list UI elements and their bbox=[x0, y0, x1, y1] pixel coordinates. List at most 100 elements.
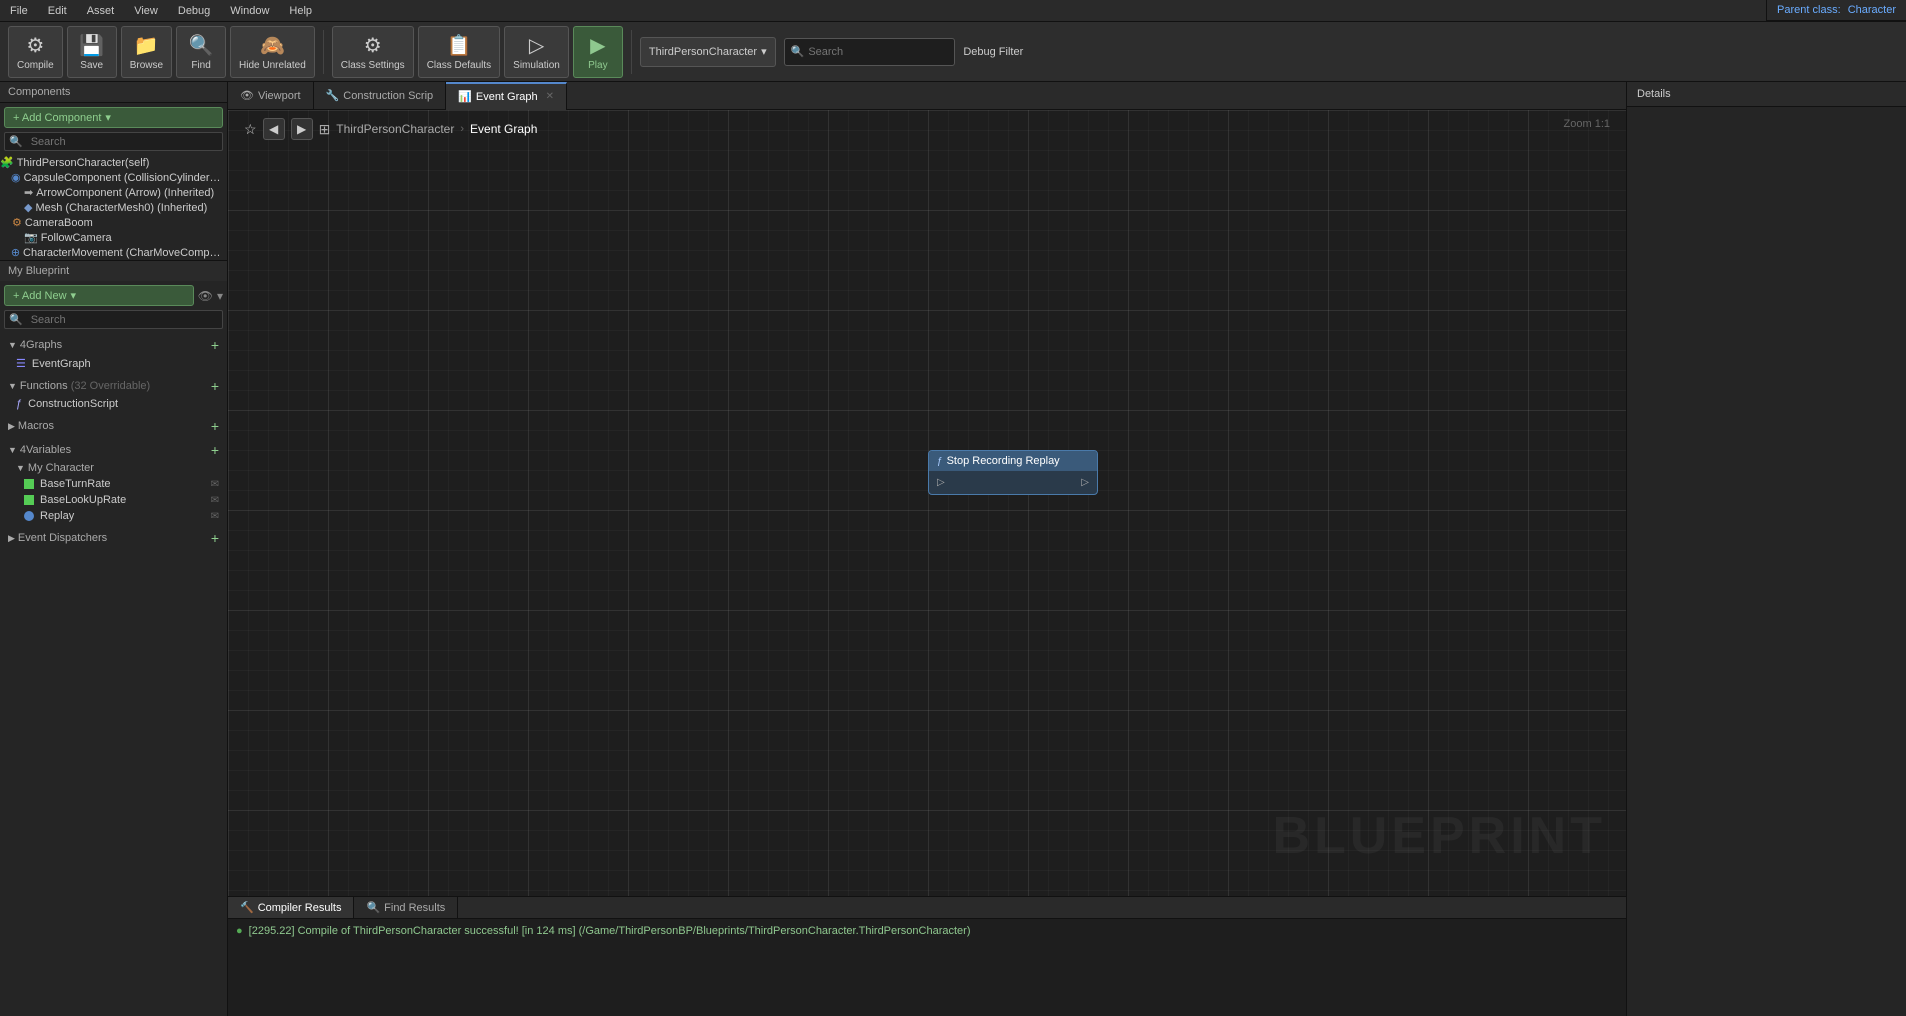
components-search-input[interactable] bbox=[27, 134, 222, 150]
menu-view[interactable]: View bbox=[130, 3, 162, 19]
tree-item-cameraboom[interactable]: ⚙ CameraBoom bbox=[0, 215, 227, 230]
variables-header[interactable]: ▼4Variables + bbox=[0, 440, 227, 460]
tree-item-arrow[interactable]: ➡ ArrowComponent (Arrow) (Inherited) bbox=[0, 185, 227, 200]
construction-tab-label: Construction Scrip bbox=[343, 90, 433, 102]
debug-character-dropdown[interactable]: ThirdPersonCharacter ▾ bbox=[640, 37, 776, 67]
debug-filter-search[interactable]: 🔍 bbox=[784, 38, 956, 66]
menu-window[interactable]: Window bbox=[226, 3, 273, 19]
filter-icon[interactable]: ▾ bbox=[217, 289, 223, 303]
arrow-icon: ➡ bbox=[24, 186, 33, 199]
macros-header[interactable]: ▶Macros + bbox=[0, 416, 227, 436]
favorite-star-icon[interactable]: ☆ bbox=[244, 121, 257, 138]
functions-header[interactable]: ▼Functions (32 Overridable) + bbox=[0, 376, 227, 396]
graphs-chevron-icon: ▼ bbox=[8, 340, 17, 350]
play-button[interactable]: ▶ Play bbox=[573, 26, 623, 78]
mycharacter-chevron-icon: ▼ bbox=[16, 463, 25, 473]
details-title: Details bbox=[1637, 88, 1671, 100]
variables-add-button[interactable]: + bbox=[211, 442, 219, 458]
mycharacter-group-header[interactable]: ▼My Character bbox=[0, 460, 227, 476]
hide-unrelated-label: Hide Unrelated bbox=[239, 60, 306, 71]
add-new-dropdown-icon: ▾ bbox=[71, 289, 77, 302]
tree-item-self[interactable]: 🧩 ThirdPersonCharacter(self) bbox=[0, 155, 227, 170]
add-component-button[interactable]: + Add Component ▾ bbox=[4, 107, 223, 128]
menu-file[interactable]: File bbox=[6, 3, 32, 19]
components-search[interactable]: 🔍 bbox=[4, 132, 223, 151]
browse-icon: 📁 bbox=[134, 33, 159, 58]
find-button[interactable]: 🔍 Find bbox=[176, 26, 226, 78]
event-dispatchers-header[interactable]: ▶Event Dispatchers + bbox=[0, 528, 227, 548]
tab-construction-script[interactable]: 🔧 Construction Scrip bbox=[314, 82, 447, 110]
add-component-dropdown-icon: ▾ bbox=[105, 111, 111, 124]
blueprint-watermark: BLUEPRINT bbox=[1272, 806, 1606, 866]
parent-class-bar: Parent class: Character bbox=[1766, 0, 1906, 21]
tree-item-followcamera[interactable]: 📷 FollowCamera bbox=[0, 230, 227, 245]
menu-bar: File Edit Asset View Debug Window Help bbox=[0, 0, 1906, 22]
tree-item-charmovement[interactable]: ⊕ CharacterMovement (CharMoveComp) (Inhe… bbox=[0, 245, 227, 260]
tab-close-icon[interactable]: ✕ bbox=[546, 91, 554, 102]
macros-chevron-icon: ▶ bbox=[8, 421, 15, 431]
save-button[interactable]: 💾 Save bbox=[67, 26, 117, 78]
browse-button[interactable]: 📁 Browse bbox=[121, 26, 172, 78]
compiler-results-tab[interactable]: 🔨 Compiler Results bbox=[228, 897, 354, 918]
variable-baseturnrate[interactable]: BaseTurnRate ✉ bbox=[0, 476, 227, 492]
dispatchers-chevron-icon: ▶ bbox=[8, 533, 15, 543]
tab-event-graph[interactable]: 📊 Event Graph ✕ bbox=[446, 82, 567, 110]
cameraboom-icon: ⚙ bbox=[12, 216, 22, 229]
node-input-pin[interactable]: ▷ bbox=[937, 477, 945, 488]
tab-viewport[interactable]: 👁 Viewport bbox=[228, 82, 314, 110]
log-bullet-icon: ● bbox=[236, 925, 243, 937]
compile-icon: ⚙ bbox=[26, 33, 44, 58]
baseturnrate-mail-icon: ✉ bbox=[211, 479, 219, 490]
macros-add-button[interactable]: + bbox=[211, 418, 219, 434]
class-defaults-button[interactable]: 📋 Class Defaults bbox=[418, 26, 500, 78]
functions-add-button[interactable]: + bbox=[211, 378, 219, 394]
separator-2 bbox=[631, 30, 632, 74]
visibility-icon[interactable]: 👁 bbox=[198, 289, 213, 303]
breadcrumb-root[interactable]: ThirdPersonCharacter bbox=[336, 122, 454, 136]
forward-button[interactable]: ▶ bbox=[291, 118, 313, 140]
class-defaults-icon: 📋 bbox=[446, 33, 471, 58]
followcamera-icon: 📷 bbox=[24, 231, 38, 244]
hide-unrelated-icon: 🙈 bbox=[260, 33, 285, 58]
parent-class-label: Parent class: bbox=[1777, 4, 1841, 16]
baselookuprate-mail-icon: ✉ bbox=[211, 495, 219, 506]
find-results-tab[interactable]: 🔍 Find Results bbox=[354, 897, 458, 918]
dropdown-arrow-icon: ▾ bbox=[761, 45, 767, 58]
bp-search-bar[interactable]: 🔍 bbox=[4, 310, 223, 329]
menu-help[interactable]: Help bbox=[285, 3, 316, 19]
compile-button[interactable]: ⚙ Compile bbox=[8, 26, 63, 78]
tree-item-capsule[interactable]: ◉ CapsuleComponent (CollisionCylinder) (… bbox=[0, 170, 227, 185]
simulation-button[interactable]: ▷ Simulation bbox=[504, 26, 569, 78]
eventgraph-label: EventGraph bbox=[32, 358, 91, 370]
node-output-pin[interactable]: ▷ bbox=[1081, 477, 1089, 488]
variable-baselookuprate[interactable]: BaseLookUpRate ✉ bbox=[0, 492, 227, 508]
debug-filter-label: Debug Filter bbox=[963, 46, 1023, 58]
log-entry: ● [2295.22] Compile of ThirdPersonCharac… bbox=[236, 925, 1618, 937]
debug-filter-input[interactable] bbox=[808, 46, 948, 58]
dispatchers-add-button[interactable]: + bbox=[211, 530, 219, 546]
separator-1 bbox=[323, 30, 324, 74]
blueprint-canvas[interactable]: ☆ ◀ ▶ ⊞ ThirdPersonCharacter › Event Gra… bbox=[228, 110, 1626, 896]
graphs-header[interactable]: ▼4Graphs + bbox=[0, 335, 227, 355]
event-dispatchers-subsection: ▶Event Dispatchers + bbox=[0, 526, 227, 550]
add-new-label: + Add New bbox=[13, 290, 67, 302]
back-button[interactable]: ◀ bbox=[263, 118, 285, 140]
bp-search-icon: 🔍 bbox=[5, 311, 27, 328]
eventgraph-item[interactable]: ☰ EventGraph bbox=[0, 355, 227, 372]
node-header: ƒ Stop Recording Replay bbox=[929, 451, 1097, 471]
add-new-button[interactable]: + Add New ▾ bbox=[4, 285, 194, 306]
save-label: Save bbox=[80, 60, 103, 71]
class-settings-button[interactable]: ⚙ Class Settings bbox=[332, 26, 414, 78]
bp-search-input[interactable] bbox=[27, 312, 222, 328]
hide-unrelated-button[interactable]: 🙈 Hide Unrelated bbox=[230, 26, 315, 78]
charmovement-label: CharacterMovement (CharMoveComp) (Inher bbox=[23, 247, 223, 259]
stop-recording-replay-node[interactable]: ƒ Stop Recording Replay ▷ ▷ bbox=[928, 450, 1098, 495]
graphs-add-button[interactable]: + bbox=[211, 337, 219, 353]
menu-debug[interactable]: Debug bbox=[174, 3, 214, 19]
arrow-label: ArrowComponent (Arrow) (Inherited) bbox=[36, 187, 214, 199]
menu-asset[interactable]: Asset bbox=[83, 3, 119, 19]
tree-item-mesh[interactable]: ◆ Mesh (CharacterMesh0) (Inherited) bbox=[0, 200, 227, 215]
constructionscript-item[interactable]: ƒ ConstructionScript bbox=[0, 396, 227, 412]
variable-replay[interactable]: Replay ✉ bbox=[0, 508, 227, 524]
menu-edit[interactable]: Edit bbox=[44, 3, 71, 19]
